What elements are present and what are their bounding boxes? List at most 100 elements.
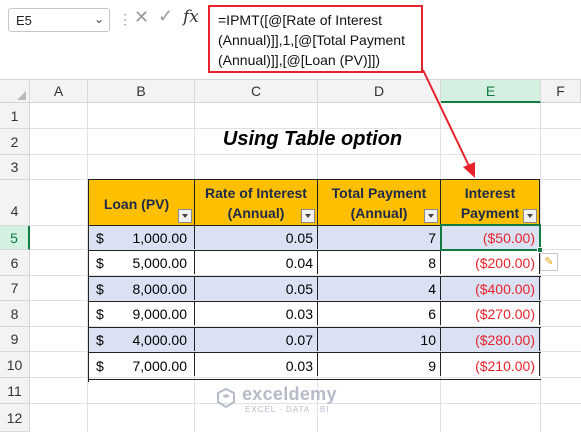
header-rate-of-interest[interactable]: Rate of Interest (Annual) [194, 179, 318, 226]
name-box[interactable]: E5 ⌄ [8, 8, 110, 32]
cell-total-payment[interactable]: 9 [318, 353, 441, 376]
row-header-strip: 1 2 3 4 5 6 7 8 9 10 11 12 [0, 103, 30, 432]
column-header-e[interactable]: E [441, 80, 541, 103]
quick-analysis-icon[interactable]: ✎ [540, 253, 558, 271]
loan-amount: 4,000.00 [132, 332, 188, 348]
header-line: Total Payment [331, 185, 427, 201]
header-line: (Annual) [350, 205, 408, 221]
loan-amount: 1,000.00 [132, 230, 188, 246]
column-header-d[interactable]: D [318, 80, 441, 103]
insert-function-icon[interactable]: fx [183, 7, 199, 27]
currency-symbol: $ [96, 281, 104, 297]
cell-loan[interactable]: $9,000.00 [89, 302, 195, 325]
cell-interest-payment[interactable]: ($200.00) [441, 251, 540, 274]
drag-handle-icon[interactable]: ⋮ [118, 11, 132, 28]
filter-dropdown-icon[interactable] [301, 209, 315, 223]
filter-dropdown-icon[interactable] [424, 209, 438, 223]
worksheet-grid[interactable]: Using Table option Loan (PV) Rate of Int… [30, 103, 581, 432]
header-label: Total Payment (Annual) [318, 183, 440, 223]
column-header-c[interactable]: C [195, 80, 318, 103]
loan-amount: 8,000.00 [132, 281, 188, 297]
cancel-icon[interactable]: ✕ [134, 7, 149, 28]
cell-total-payment[interactable]: 10 [318, 328, 441, 351]
cell-loan[interactable]: $1,000.00 [89, 226, 195, 249]
cell-loan[interactable]: $7,000.00 [89, 353, 195, 376]
header-line: (Annual) [227, 205, 285, 221]
header-line: Interest [464, 185, 516, 201]
table-row: $9,000.00 0.03 6 ($270.00) [89, 302, 541, 328]
select-all-corner[interactable] [0, 80, 30, 103]
cell-rate[interactable]: 0.05 [195, 277, 318, 300]
cell-total-payment[interactable]: 8 [318, 251, 441, 274]
row-header[interactable]: 11 [0, 378, 29, 404]
column-header-b[interactable]: B [88, 80, 195, 103]
formula-bar-area: E5 ⌄ ⋮ ✕ ✓ fx =IPMT([@[Rate of Interest … [0, 0, 581, 78]
table-row: $4,000.00 0.07 10 ($280.00) [89, 328, 541, 353]
exceldemy-logo-icon [217, 387, 235, 409]
watermark-name: exceldemy [242, 384, 337, 404]
row-header[interactable]: 8 [0, 301, 29, 327]
row-header[interactable]: 9 [0, 327, 29, 352]
name-box-value: E5 [16, 13, 32, 28]
table-row: $7,000.00 0.03 9 ($210.00) [89, 353, 541, 380]
formula-line: (Annual)]],[@[Loan (PV)]]) [218, 52, 381, 68]
cell-rate[interactable]: 0.03 [195, 302, 318, 325]
table-row: $8,000.00 0.05 4 ($400.00) [89, 277, 541, 302]
table-row: $5,000.00 0.04 8 ($200.00) [89, 251, 541, 277]
row-header[interactable]: 12 [0, 404, 29, 432]
watermark: exceldemy EXCEL · DATA · BI [215, 384, 375, 416]
row-header[interactable]: 2 [0, 129, 29, 155]
cell-interest-payment[interactable]: ($210.00) [441, 353, 540, 376]
formula-line: =IPMT([@[Rate of Interest [218, 12, 382, 28]
formula-line: (Annual)]],1,[@[Total Payment [218, 32, 405, 48]
column-header-a[interactable]: A [30, 80, 88, 103]
header-total-payment[interactable]: Total Payment (Annual) [317, 179, 441, 226]
column-header-f[interactable]: F [541, 80, 581, 103]
currency-symbol: $ [96, 358, 104, 374]
column-header-strip: A B C D E F [0, 79, 581, 103]
cell-loan[interactable]: $8,000.00 [89, 277, 195, 300]
cell-total-payment[interactable]: 4 [318, 277, 441, 300]
cell-rate[interactable]: 0.05 [195, 226, 318, 249]
sheet-title[interactable]: Using Table option [140, 128, 485, 151]
enter-icon[interactable]: ✓ [158, 6, 173, 27]
cell-interest-payment[interactable]: ($400.00) [441, 277, 540, 300]
row-header[interactable]: 7 [0, 276, 29, 301]
select-all-icon [17, 91, 26, 100]
cell-total-payment[interactable]: 7 [318, 226, 441, 249]
currency-symbol: $ [96, 230, 104, 246]
cell-rate[interactable]: 0.07 [195, 328, 318, 351]
row-header[interactable]: 4 [0, 180, 29, 226]
row-header[interactable]: 6 [0, 250, 29, 276]
cell-interest-payment[interactable]: ($270.00) [441, 302, 540, 325]
selected-cell-outline [440, 224, 541, 251]
header-line: Rate of Interest [205, 185, 307, 201]
cell-rate[interactable]: 0.04 [195, 251, 318, 274]
header-loan-pv[interactable]: Loan (PV) [88, 179, 195, 226]
currency-symbol: $ [96, 306, 104, 322]
watermark-tagline: EXCEL · DATA · BI [245, 405, 330, 414]
formula-text: =IPMT([@[Rate of Interest (Annual)]],1,[… [218, 10, 416, 70]
loan-amount: 9,000.00 [132, 306, 188, 322]
cell-loan[interactable]: $4,000.00 [89, 328, 195, 351]
cell-total-payment[interactable]: 6 [318, 302, 441, 325]
gridline [30, 154, 581, 155]
header-label: Rate of Interest (Annual) [195, 183, 317, 223]
filter-dropdown-icon[interactable] [178, 209, 192, 223]
row-header[interactable]: 5 [0, 226, 30, 250]
chevron-down-icon[interactable]: ⌄ [94, 12, 104, 26]
filter-dropdown-icon[interactable] [523, 209, 537, 223]
loan-amount: 7,000.00 [132, 358, 188, 374]
header-label: Loan (PV) [103, 196, 170, 212]
header-line: Payment [460, 205, 520, 221]
row-header[interactable]: 10 [0, 352, 29, 378]
cell-interest-payment[interactable]: ($280.00) [441, 328, 540, 351]
formula-input[interactable]: =IPMT([@[Rate of Interest (Annual)]],1,[… [208, 5, 423, 73]
loan-amount: 5,000.00 [132, 255, 188, 271]
currency-symbol: $ [96, 255, 104, 271]
header-interest-payment[interactable]: Interest Payment [440, 179, 540, 226]
row-header[interactable]: 3 [0, 155, 29, 180]
row-header[interactable]: 1 [0, 103, 29, 129]
cell-rate[interactable]: 0.03 [195, 353, 318, 376]
cell-loan[interactable]: $5,000.00 [89, 251, 195, 274]
